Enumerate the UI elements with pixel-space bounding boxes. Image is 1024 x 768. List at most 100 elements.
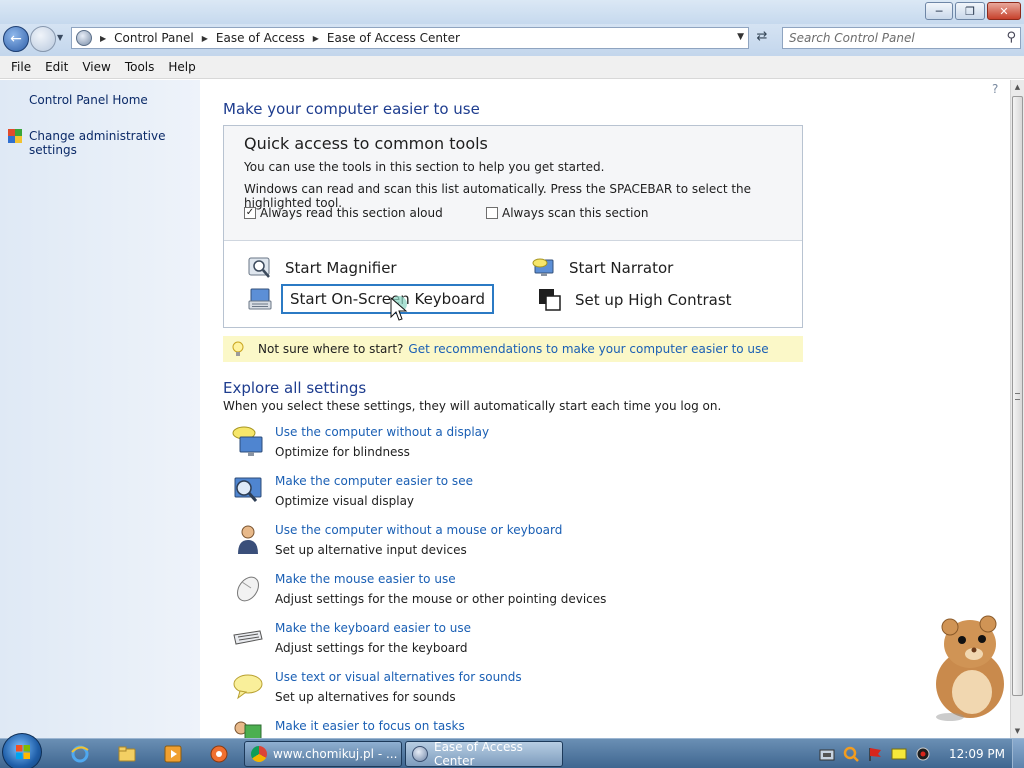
chevron-down-icon[interactable]: ▼ <box>737 32 744 42</box>
get-recommendations-link[interactable]: Get recommendations to make your compute… <box>408 342 768 356</box>
menu-edit[interactable]: Edit <box>38 60 75 74</box>
media-player-icon[interactable] <box>163 744 183 764</box>
refresh-button[interactable]: ⇄ <box>752 29 772 49</box>
set-up-high-contrast-button[interactable]: Set up High Contrast <box>538 288 732 312</box>
show-desktop-button[interactable] <box>1012 739 1024 768</box>
volume-icon[interactable] <box>915 746 931 762</box>
forward-button[interactable] <box>30 26 56 52</box>
taskbar-button-ease-of-access[interactable]: Ease of Access Center <box>405 740 563 768</box>
menu-help[interactable]: Help <box>161 60 202 74</box>
breadcrumb-control-panel[interactable]: Control Panel <box>114 31 194 45</box>
restore-icon: ❐ <box>965 4 975 18</box>
close-icon: ✕ <box>999 4 1009 18</box>
search-tray-icon[interactable] <box>843 746 859 762</box>
lightbulb-icon <box>232 341 244 356</box>
read-aloud-checkbox[interactable]: ✓ Always read this section aloud <box>244 206 443 220</box>
keyboard-icon <box>233 630 263 645</box>
person-icon <box>238 525 258 554</box>
start-button[interactable] <box>2 733 42 768</box>
scan-section-label: Always scan this section <box>502 206 649 220</box>
breadcrumb-ease-of-access[interactable]: Ease of Access <box>216 31 305 45</box>
setting-item: Use text or visual alternatives for soun… <box>232 670 732 714</box>
start-narrator-label: Start Narrator <box>569 259 674 277</box>
start-magnifier-label: Start Magnifier <box>285 259 397 277</box>
setting-link[interactable]: Make the mouse easier to use <box>275 572 456 586</box>
setting-link[interactable]: Make the keyboard easier to use <box>275 621 471 635</box>
folder-icon[interactable] <box>117 744 137 764</box>
internet-explorer-icon[interactable] <box>70 744 90 764</box>
menu-tools[interactable]: Tools <box>118 60 162 74</box>
window-titlebar: ─ ❐ ✕ <box>0 0 1024 24</box>
setting-link[interactable]: Use the computer without a display <box>275 425 489 439</box>
scrollbar-thumb[interactable] <box>1012 96 1023 696</box>
hamster-mascot-icon <box>936 615 1004 721</box>
setting-link[interactable]: Make the computer easier to see <box>275 474 473 488</box>
setting-description: Set up alternative input devices <box>275 543 467 557</box>
setting-item: Make it easier to focus on tasks <box>232 719 732 738</box>
task-pane: Control Panel Home Change administrative… <box>0 80 200 738</box>
control-panel-icon <box>76 30 92 46</box>
system-clock[interactable]: 12:09 PM <box>949 747 1005 761</box>
setting-description: Adjust settings for the keyboard <box>275 641 468 655</box>
start-on-screen-keyboard-button[interactable]: Start On-Screen Keyboard <box>248 284 494 314</box>
menu-file[interactable]: File <box>4 60 38 74</box>
speech-bubble-icon <box>233 674 263 700</box>
setting-item: Make the computer easier to see Optimize… <box>232 474 732 518</box>
monitor-magnify-icon <box>234 477 262 502</box>
scan-section-checkbox[interactable]: Always scan this section <box>486 206 648 220</box>
breadcrumb-ease-of-access-center[interactable]: Ease of Access Center <box>327 31 460 45</box>
start-narrator-button[interactable]: Start Narrator <box>532 256 673 280</box>
mouse-cursor-icon <box>390 296 408 321</box>
quick-access-panel: Quick access to common tools You can use… <box>223 125 803 328</box>
maximize-button[interactable]: ❐ <box>955 2 985 20</box>
change-admin-settings-link[interactable]: Change administrative settings <box>29 129 200 157</box>
address-bar[interactable]: ▶ Control Panel ▶ Ease of Access ▶ Ease … <box>71 27 749 49</box>
high-contrast-icon <box>539 289 561 311</box>
control-panel-home-link[interactable]: Control Panel Home <box>29 93 148 107</box>
setting-link[interactable]: Use the computer without a mouse or keyb… <box>275 523 562 537</box>
setting-link[interactable]: Use text or visual alternatives for soun… <box>275 670 522 684</box>
notification-icon[interactable] <box>891 746 907 762</box>
scrollbar-grip-icon <box>1015 393 1020 400</box>
setting-item: Make the keyboard easier to use Adjust s… <box>232 621 732 665</box>
checkbox-unchecked-icon[interactable] <box>486 207 498 219</box>
scroll-up-icon[interactable]: ▲ <box>1011 80 1024 94</box>
quick-access-header: Quick access to common tools You can use… <box>224 126 802 241</box>
chevron-right-icon[interactable]: ▶ <box>313 34 319 43</box>
magnifier-icon <box>248 257 270 278</box>
search-icon[interactable]: ⚲ <box>1006 30 1016 45</box>
recent-pages-dropdown[interactable]: ▼ <box>57 33 63 42</box>
menu-view[interactable]: View <box>75 60 117 74</box>
mouse-icon <box>237 576 259 602</box>
close-button[interactable]: ✕ <box>987 2 1021 20</box>
back-arrow-icon: ← <box>10 31 22 47</box>
search-input[interactable]: Search Control Panel ⚲ <box>782 27 1021 49</box>
action-center-flag-icon[interactable] <box>867 746 883 762</box>
back-button[interactable]: ← <box>3 26 29 52</box>
set-up-high-contrast-label: Set up High Contrast <box>575 291 732 309</box>
main-content: ? Make your computer easier to use Quick… <box>200 80 1010 738</box>
app-launcher-icon[interactable] <box>209 744 229 764</box>
focus-icon <box>234 721 262 738</box>
network-icon[interactable] <box>819 746 835 762</box>
setting-description: Optimize for blindness <box>275 445 410 459</box>
chrome-icon <box>251 746 267 762</box>
taskbar-browser-label: www.chomikuj.pl - ... <box>273 747 398 761</box>
scroll-down-icon[interactable]: ▼ <box>1011 724 1024 738</box>
read-aloud-label: Always read this section aloud <box>260 206 443 220</box>
minimize-button[interactable]: ─ <box>925 2 953 20</box>
checkbox-checked-icon[interactable]: ✓ <box>244 207 256 219</box>
vertical-scrollbar[interactable]: ▲ ▼ <box>1010 80 1024 738</box>
search-placeholder: Search Control Panel <box>789 31 915 45</box>
help-icon[interactable]: ? <box>992 82 998 96</box>
setting-link[interactable]: Make it easier to focus on tasks <box>275 719 465 733</box>
windows-logo-icon <box>16 745 30 759</box>
taskbar-ease-label: Ease of Access Center <box>434 740 523 768</box>
start-magnifier-button[interactable]: Start Magnifier <box>248 256 397 280</box>
chevron-right-icon[interactable]: ▶ <box>100 34 106 43</box>
quick-access-description: You can use the tools in this section to… <box>244 160 605 174</box>
taskbar-button-browser[interactable]: www.chomikuj.pl - ... <box>244 741 402 767</box>
menu-bar: File Edit View Tools Help <box>0 56 1024 79</box>
chevron-right-icon[interactable]: ▶ <box>202 34 208 43</box>
setting-item: Make the mouse easier to use Adjust sett… <box>232 572 732 616</box>
